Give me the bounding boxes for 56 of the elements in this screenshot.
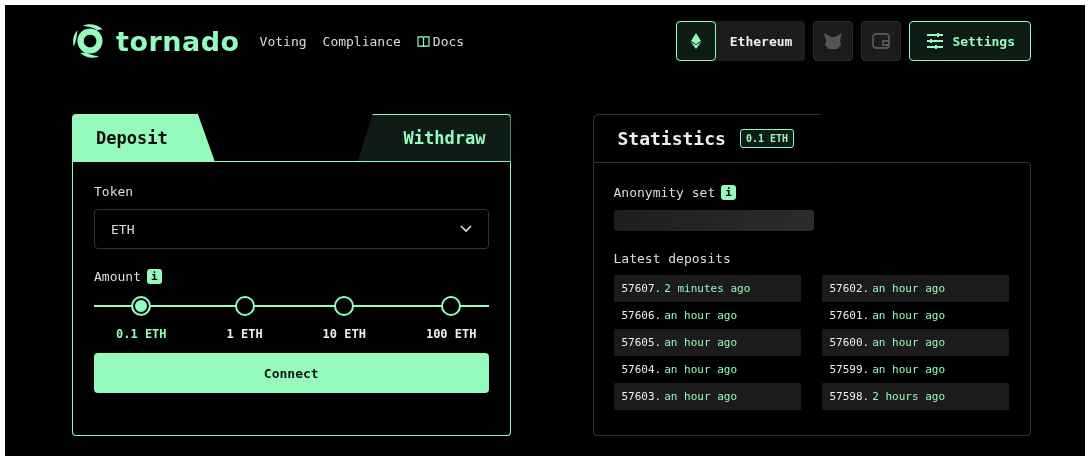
network-selector[interactable]: Ethereum xyxy=(675,21,806,61)
slider-stop[interactable] xyxy=(441,296,462,316)
field-label: Amount xyxy=(94,269,141,284)
deposit-number: 57598. xyxy=(829,390,870,403)
deposit-time: 2 minutes ago xyxy=(664,282,751,295)
deposit-number: 57604. xyxy=(621,363,662,376)
tab[interactable]: Deposit xyxy=(72,114,215,162)
deposit-number: 57603. xyxy=(621,390,662,403)
fox-wallet-button[interactable] xyxy=(813,21,854,61)
deposit-number: 57605. xyxy=(621,336,662,349)
book-icon xyxy=(416,35,430,47)
settings-button[interactable]: Settings xyxy=(909,21,1031,61)
ethereum-icon xyxy=(690,33,701,49)
deposit-time: an hour ago xyxy=(664,363,738,376)
deposit-time: an hour ago xyxy=(664,336,738,349)
wallet-icon xyxy=(871,32,892,50)
deposit-time: an hour ago xyxy=(872,363,946,376)
deposit-time: an hour ago xyxy=(872,282,946,295)
wallet-button[interactable] xyxy=(861,21,902,61)
logo-text[interactable]: tornado xyxy=(116,25,240,57)
anonymity-label: Anonymity set xyxy=(613,185,716,200)
slider-stop[interactable] xyxy=(131,296,152,316)
deposit-time: an hour ago xyxy=(872,336,946,349)
tab[interactable]: Withdraw xyxy=(357,114,511,162)
amount-label: 100 ETH xyxy=(425,327,477,341)
info-badge[interactable]: i xyxy=(721,185,736,200)
settings-icon xyxy=(926,32,945,50)
network-name: Ethereum xyxy=(728,33,794,49)
nav-link[interactable]: Voting xyxy=(259,33,307,49)
deposit-time: an hour ago xyxy=(664,309,738,322)
chevron-down-icon xyxy=(459,225,472,233)
deposit-number: 57600. xyxy=(829,336,870,349)
token-select[interactable]: ETH xyxy=(94,209,489,249)
section-label: Latest deposits xyxy=(613,251,732,266)
deposit-time: an hour ago xyxy=(872,309,946,322)
deposit-number: 57607. xyxy=(621,282,662,295)
info-badge[interactable]: i xyxy=(146,269,162,284)
nav-link[interactable]: Compliance xyxy=(322,33,401,49)
deposit-number: 57602. xyxy=(829,282,870,295)
amount-slider[interactable]: 0.1 ETH 1 ETH 10 ETH 100 ETH xyxy=(94,296,489,344)
deposit-time: an hour ago xyxy=(664,390,738,403)
nav-link[interactable]: Docs xyxy=(416,33,465,49)
amount-label: 1 ETH xyxy=(226,327,263,341)
deposit-number: 57606. xyxy=(621,309,662,322)
amount-label: 10 ETH xyxy=(322,327,366,341)
deposit-number: 57599. xyxy=(829,363,870,376)
slider-stop[interactable] xyxy=(234,296,255,316)
fox-icon xyxy=(823,32,844,50)
deposit-time: 2 hours ago xyxy=(872,390,946,403)
statistics-title: Statistics xyxy=(617,128,726,149)
amount-label: 0.1 ETH xyxy=(116,327,167,341)
slider-stop[interactable] xyxy=(334,296,355,316)
amount-badge: 0.1 ETH xyxy=(739,129,795,148)
connect-button[interactable]: Connect xyxy=(94,353,489,393)
field-label: Token xyxy=(94,184,135,199)
deposit-number: 57601. xyxy=(829,309,870,322)
